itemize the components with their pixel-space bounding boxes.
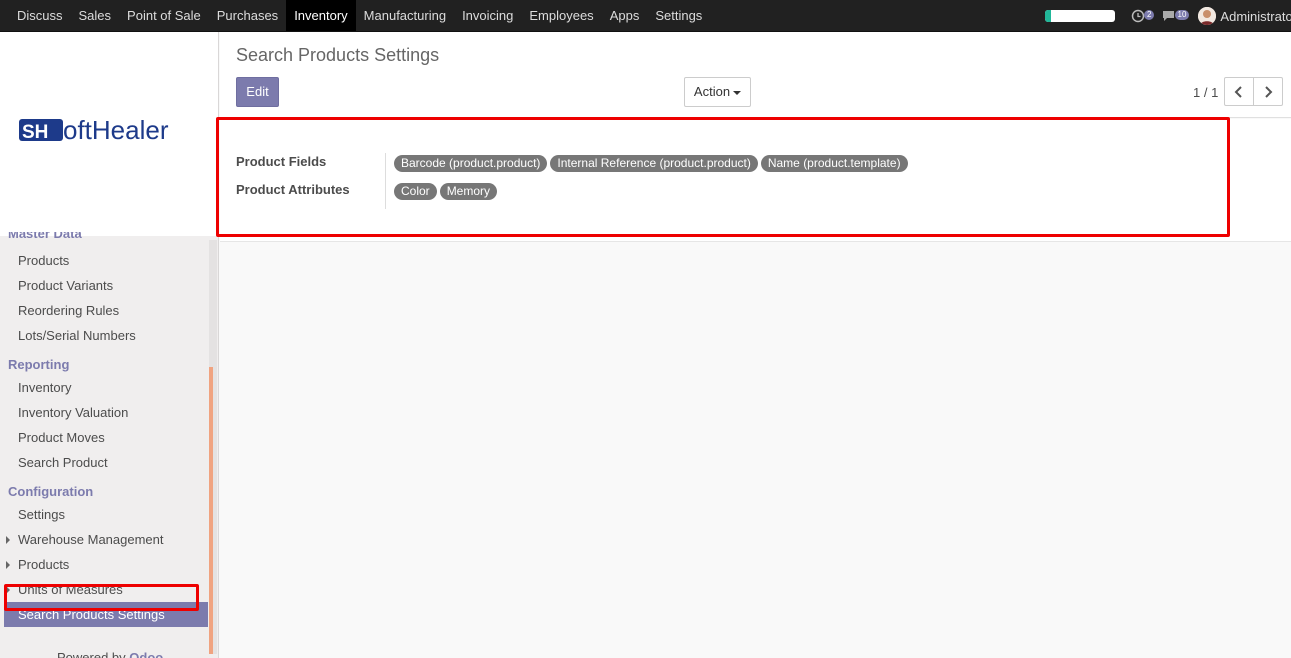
tag-color: Color [394,183,437,200]
top-navbar: Discuss Sales Point of Sale Purchases In… [0,0,1291,32]
app-menu: Discuss Sales Point of Sale Purchases In… [9,0,710,32]
sidebar-menu-scroll[interactable]: Master Data Products Product Variants Re… [0,232,218,658]
action-dropdown-button[interactable]: Action [684,77,751,107]
menu-employees[interactable]: Employees [521,0,601,31]
pager-value[interactable]: 1 / 1 [1193,85,1218,100]
sidebar-item-search-products-settings[interactable]: Search Products Settings [4,602,208,627]
user-avatar[interactable] [1198,7,1217,25]
chevron-right-icon [1265,86,1273,98]
menu-settings[interactable]: Settings [647,0,710,31]
softhealer-logo: SH oftHealer [19,116,169,144]
progress-fill [1045,10,1052,22]
sidebar-item-inventory-valuation[interactable]: Inventory Valuation [0,400,208,425]
sidebar-item-label: Products [18,557,70,572]
product-attributes-tags: Color Memory [394,183,500,200]
company-logo: SH oftHealer [0,32,218,236]
caret-right-icon [6,561,10,569]
main-content: Search Products Settings Edit Action 1 /… [220,32,1291,658]
activity-count-badge: 2 [1143,10,1155,20]
activity-icon[interactable]: 2 [1131,9,1155,23]
chevron-left-icon [1234,86,1242,98]
section-master-data: Master Data [8,232,82,241]
left-sidebar: SH oftHealer Master Data Products Produc… [0,32,219,658]
sidebar-item-product-variants[interactable]: Product Variants [0,273,208,298]
field-separator [385,153,386,209]
tag-internal-reference: Internal Reference (product.product) [550,155,758,172]
menu-apps[interactable]: Apps [602,0,648,31]
sidebar-scrollbar-thumb[interactable] [209,367,213,654]
edit-button[interactable]: Edit [236,77,279,107]
sidebar-item-search-product[interactable]: Search Product [0,450,208,475]
caret-right-icon [6,536,10,544]
product-attributes-label: Product Attributes [236,182,350,197]
systray: 2 10 Administrator [1045,0,1291,32]
sidebar-scrollbar[interactable] [209,240,217,654]
sidebar-item-label: Warehouse Management [18,532,164,547]
messages-count-badge: 10 [1174,10,1190,20]
product-fields-tags: Barcode (product.product) Internal Refer… [394,155,911,172]
tag-barcode: Barcode (product.product) [394,155,548,172]
powered-by-odoo-link[interactable]: Odoo [129,650,163,658]
form-sheet: Product Fields Product Attributes Barcod… [220,119,1291,242]
menu-invoicing[interactable]: Invoicing [454,0,521,31]
sidebar-item-label: Units of Measures [18,582,123,597]
user-menu[interactable]: Administrator [1220,9,1291,24]
sidebar-item-settings[interactable]: Settings [0,502,208,527]
menu-inventory[interactable]: Inventory [286,0,356,31]
messages-icon[interactable]: 10 [1162,9,1190,23]
sidebar-item-units-of-measures[interactable]: Units of Measures [0,577,208,602]
pager-previous-button[interactable] [1224,77,1254,106]
sidebar-item-lots-serial-numbers[interactable]: Lots/Serial Numbers [0,323,208,348]
pager-next-button[interactable] [1253,77,1283,106]
menu-point-of-sale[interactable]: Point of Sale [119,0,209,31]
powered-by: Powered by Odoo [57,650,163,658]
control-panel: Search Products Settings Edit Action 1 /… [220,32,1291,118]
sidebar-item-product-moves[interactable]: Product Moves [0,425,208,450]
menu-sales[interactable]: Sales [71,0,120,31]
menu-purchases[interactable]: Purchases [209,0,286,31]
onboarding-progress-bar[interactable] [1045,10,1116,22]
sidebar-item-config-products[interactable]: Products [0,552,208,577]
sidebar-item-reordering-rules[interactable]: Reordering Rules [0,298,208,323]
action-label: Action [693,84,731,99]
sidebar-item-warehouse-management[interactable]: Warehouse Management [0,527,208,552]
powered-by-prefix: Powered by [57,650,130,658]
breadcrumb-title: Search Products Settings [236,45,440,65]
sidebar-item-products[interactable]: Products [0,248,208,273]
caret-right-icon [6,586,10,594]
sidebar-item-inventory-report[interactable]: Inventory [0,375,208,400]
menu-discuss[interactable]: Discuss [9,0,71,31]
svg-text:oftHealer: oftHealer [63,116,169,144]
tag-memory: Memory [439,183,498,200]
svg-text:SH: SH [22,122,48,143]
menu-manufacturing[interactable]: Manufacturing [356,0,454,31]
caret-down-icon [733,90,742,95]
product-fields-label: Product Fields [236,154,327,169]
sidebar-menu: Master Data Products Product Variants Re… [0,232,208,627]
tag-name: Name (product.template) [760,155,908,172]
section-reporting[interactable]: Reporting [0,354,208,375]
section-configuration[interactable]: Configuration [0,481,208,502]
